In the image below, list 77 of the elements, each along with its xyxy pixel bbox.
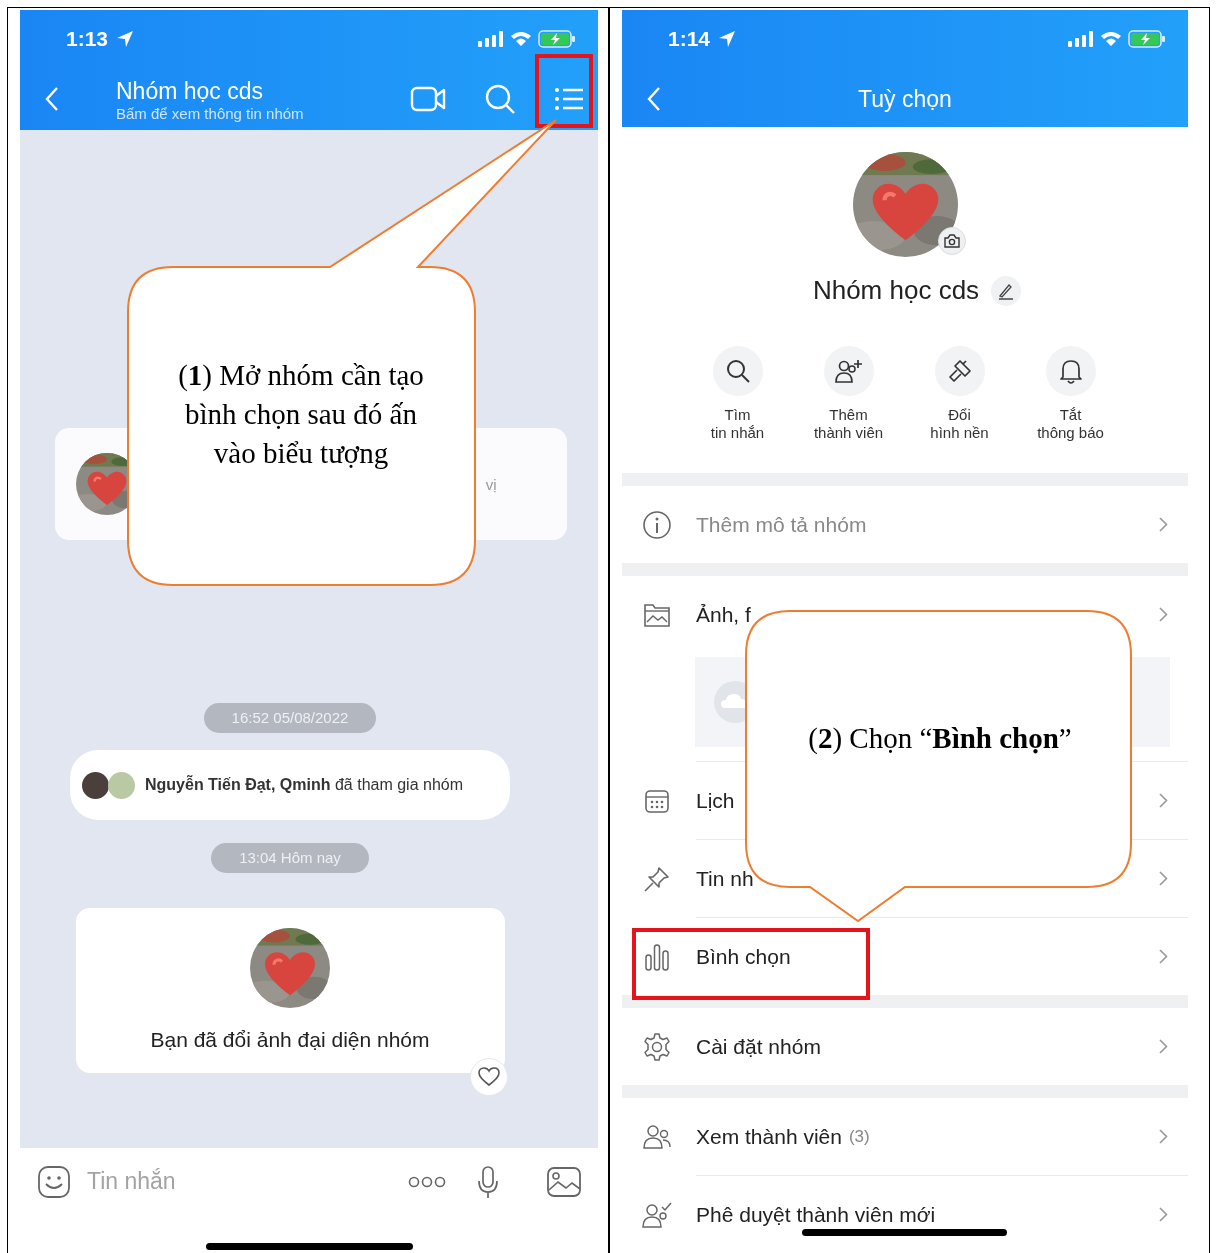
calendar-icon (644, 787, 670, 814)
action-label[interactable]: Thêm thành viên (813, 406, 884, 442)
paint-brush-icon (946, 358, 973, 384)
like-button[interactable] (469, 1058, 508, 1096)
bell-icon (1057, 357, 1084, 385)
add-person-icon (834, 358, 863, 384)
menu-item[interactable]: Xem thành viên (3) (622, 1098, 1188, 1175)
wifi-icon (510, 31, 532, 47)
action-label[interactable]: Đổi hình nền (930, 406, 989, 442)
chevron-icon (1159, 871, 1168, 886)
chevron-icon (1159, 517, 1168, 532)
status-time: 1:14 (668, 27, 711, 51)
microphone-icon[interactable] (476, 1164, 500, 1199)
chevron-icon (1159, 1129, 1168, 1144)
camera-icon[interactable] (937, 227, 966, 255)
bar-chart-icon (644, 942, 670, 971)
menu-label: Thêm mô tả nhóm (696, 512, 867, 537)
message-text: Bạn đã đổi ảnh đại diện nhóm (150, 1028, 430, 1052)
menu-item[interactable]: Lịch (622, 762, 1188, 839)
callout-text: (1) Mở nhóm cần tạo bình chọn sau đó ấn vào biểu tượng (177, 358, 425, 471)
menu-button[interactable] (554, 87, 584, 111)
chevron-icon (1159, 949, 1168, 964)
timestamp: 16:52 05/08/2022 (203, 703, 377, 733)
heart-icon[interactable] (477, 1067, 500, 1087)
menu-item[interactable]: Bình chọn (622, 918, 1188, 995)
wifi-icon (1100, 31, 1122, 47)
settings-icon (642, 1031, 672, 1062)
chevron-icon (1159, 1207, 1168, 1222)
chevron-icon (1159, 1039, 1168, 1054)
menu-item[interactable]: Thêm mô tả nhóm (622, 486, 1188, 563)
image-icon[interactable] (546, 1165, 582, 1198)
battery-icon (538, 30, 576, 48)
callout-text: (2) Chọn “Bình chọn” (807, 721, 1073, 756)
status-time: 1:13 (66, 27, 109, 51)
chevron-icon (1159, 793, 1168, 808)
menu-item[interactable]: Phê duyệt thành viên mới (622, 1176, 1188, 1253)
more-icon[interactable] (408, 1175, 446, 1188)
member-count: (3) (848, 1126, 870, 1147)
avatar (82, 771, 109, 799)
timestamp: 13:04 Hôm nay (211, 843, 369, 873)
group-name: Nhóm học cds (812, 275, 980, 306)
video-call-button[interactable] (410, 85, 446, 113)
chevron-icon (1159, 607, 1168, 622)
battery-icon (1128, 30, 1166, 48)
edit-icon[interactable] (991, 275, 1022, 306)
menu-label: Xem thành viên (696, 1124, 842, 1149)
menu-item[interactable]: Ảnh, f (622, 576, 1188, 653)
action-label[interactable]: Tắt thông báo (1037, 406, 1104, 442)
system-text: Nguyễn Tiến Đạt, Qminh đã tham gia nhóm (145, 776, 464, 794)
avatar (108, 771, 135, 799)
action-button[interactable] (712, 346, 763, 396)
image-folder-icon (643, 601, 671, 628)
menu-label: Cài đặt nhóm (696, 1034, 821, 1059)
menu-label: Tin nh (696, 866, 754, 891)
action-label[interactable]: Tìm tin nhắn (710, 406, 765, 442)
message-text: vị (485, 475, 497, 493)
menu-label: Lịch (696, 788, 735, 813)
signal-icon (1068, 31, 1094, 47)
signal-icon (478, 31, 504, 47)
search-icon (724, 358, 751, 384)
menu-label: Phê duyệt thành viên mới (696, 1202, 936, 1227)
info-icon (642, 509, 672, 540)
pin-icon (643, 864, 671, 893)
menu-label: Ảnh, f (696, 602, 751, 627)
location-arrow-icon (718, 30, 737, 48)
screen-title: Tuỳ chọn (858, 85, 952, 113)
menu-label: Bình chọn (696, 944, 791, 969)
message-field[interactable]: Tin nhắn (87, 1168, 408, 1195)
people-check-icon (642, 1201, 672, 1228)
location-arrow-icon (116, 30, 135, 48)
action-button[interactable] (1045, 346, 1096, 396)
menu-item[interactable]: Tin nh (622, 840, 1188, 917)
menu-item[interactable]: Cài đặt nhóm (622, 1008, 1188, 1085)
people-icon (643, 1123, 671, 1150)
action-button[interactable] (823, 346, 874, 396)
search-button[interactable] (484, 83, 516, 115)
sticker-icon[interactable] (37, 1164, 71, 1199)
